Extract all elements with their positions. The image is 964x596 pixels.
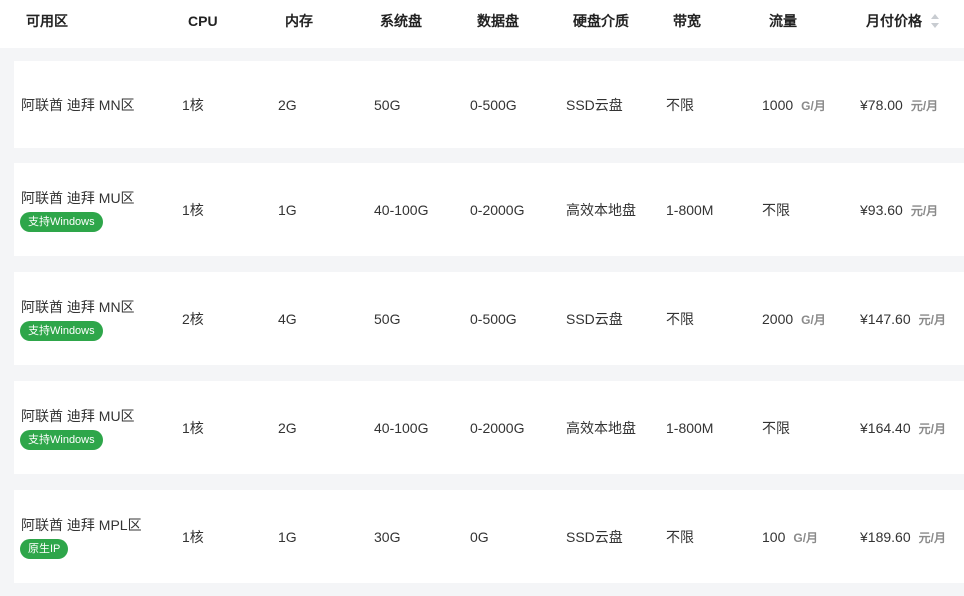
table-row[interactable]: 阿联酋 迪拜 MN区 1核 2G 50G 0-500G SSD云盘 不限 1000 G/月 ¥78… bbox=[14, 61, 964, 148]
feature-badge: 原生IP bbox=[20, 539, 69, 559]
header-zone: 可用区 bbox=[26, 13, 68, 29]
system-disk-value: 50G bbox=[374, 97, 401, 113]
header-monthly-price[interactable]: 月付价格 bbox=[866, 12, 922, 30]
price-value: ¥164.40 元/月 bbox=[860, 419, 946, 438]
price-unit: 元/月 bbox=[918, 313, 946, 327]
cpu-value: 1核 bbox=[182, 420, 204, 436]
traffic-unit: G/月 bbox=[793, 531, 819, 545]
zone-name: 阿联酋 迪拜 MU区 bbox=[21, 408, 135, 424]
cpu-value: 2核 bbox=[182, 311, 204, 327]
traffic-amount: 不限 bbox=[762, 202, 790, 218]
table-row[interactable]: 阿联酋 迪拜 MU区支持Windows 1核 1G 40-100G 0-2000G 高效本… bbox=[14, 163, 964, 256]
system-disk-value: 50G bbox=[374, 311, 401, 327]
feature-badge: 支持Windows bbox=[20, 212, 103, 232]
system-disk-value: 30G bbox=[374, 529, 401, 545]
disk-medium-value: 高效本地盘 bbox=[566, 420, 636, 436]
disk-medium-value: 高效本地盘 bbox=[566, 202, 636, 218]
disk-medium-value: SSD云盘 bbox=[566, 97, 623, 113]
price-value: ¥93.60 元/月 bbox=[860, 201, 938, 220]
table-row[interactable]: 阿联酋 迪拜 MPL区原生IP 1核 1G 30G 0G SSD云盘 不限 100 G/月 ¥18… bbox=[14, 490, 964, 583]
traffic-value: 不限 bbox=[762, 419, 790, 437]
header-data-disk: 数据盘 bbox=[477, 13, 519, 29]
traffic-value: 100 G/月 bbox=[762, 528, 818, 547]
disk-medium-value: SSD云盘 bbox=[566, 311, 623, 327]
traffic-amount: 100 bbox=[762, 529, 786, 545]
bandwidth-value: 不限 bbox=[666, 97, 694, 113]
price-amount: ¥93.60 bbox=[860, 202, 903, 218]
zone-name: 阿联酋 迪拜 MPL区 bbox=[21, 517, 142, 533]
cpu-value: 1核 bbox=[182, 202, 204, 218]
price-value: ¥189.60 元/月 bbox=[860, 528, 946, 547]
feature-badge: 支持Windows bbox=[20, 321, 103, 341]
header-system-disk: 系统盘 bbox=[380, 13, 422, 29]
price-amount: ¥164.40 bbox=[860, 420, 911, 436]
price-unit: 元/月 bbox=[910, 99, 939, 113]
zone-name: 阿联酋 迪拜 MN区 bbox=[21, 299, 135, 315]
sort-icon[interactable] bbox=[929, 12, 941, 30]
system-disk-value: 40-100G bbox=[374, 420, 429, 436]
traffic-value: 2000 G/月 bbox=[762, 310, 826, 329]
header-cpu: CPU bbox=[188, 13, 218, 29]
data-disk-value: 0-500G bbox=[470, 311, 517, 327]
header-bandwidth: 带宽 bbox=[673, 13, 701, 29]
price-value: ¥78.00 元/月 bbox=[860, 96, 938, 115]
header-memory: 内存 bbox=[285, 13, 313, 29]
table-row[interactable]: 阿联酋 迪拜 MN区支持Windows 2核 4G 50G 0-500G SSD云盘 不限 2… bbox=[14, 272, 964, 365]
price-value: ¥147.60 元/月 bbox=[860, 310, 946, 329]
memory-value: 1G bbox=[278, 202, 297, 218]
memory-value: 4G bbox=[278, 311, 297, 327]
price-amount: ¥147.60 bbox=[860, 311, 911, 327]
data-disk-value: 0-500G bbox=[470, 97, 517, 113]
system-disk-value: 40-100G bbox=[374, 202, 429, 218]
traffic-value: 1000 G/月 bbox=[762, 96, 826, 115]
traffic-value: 不限 bbox=[762, 201, 790, 219]
memory-value: 2G bbox=[278, 420, 297, 436]
table-row[interactable]: 阿联酋 迪拜 MU区支持Windows 1核 2G 40-100G 0-2000G 高效本… bbox=[14, 381, 964, 474]
bandwidth-value: 不限 bbox=[666, 529, 694, 545]
price-unit: 元/月 bbox=[910, 204, 939, 218]
disk-medium-value: SSD云盘 bbox=[566, 529, 623, 545]
header-disk-medium: 硬盘介质 bbox=[573, 13, 629, 29]
memory-value: 1G bbox=[278, 529, 297, 545]
price-amount: ¥189.60 bbox=[860, 529, 911, 545]
bandwidth-value: 1-800M bbox=[666, 202, 714, 218]
data-disk-value: 0G bbox=[470, 529, 489, 545]
traffic-amount: 2000 bbox=[762, 311, 794, 327]
price-amount: ¥78.00 bbox=[860, 97, 903, 113]
cpu-value: 1核 bbox=[182, 529, 204, 545]
zone-name: 阿联酋 迪拜 MU区 bbox=[21, 190, 135, 206]
traffic-amount: 1000 bbox=[762, 97, 794, 113]
data-disk-value: 0-2000G bbox=[470, 420, 525, 436]
table-header: 可用区 CPU 内存 系统盘 数据盘 硬盘介质 带宽 流量 月付价格 bbox=[0, 0, 964, 48]
header-traffic: 流量 bbox=[769, 13, 797, 29]
price-unit: 元/月 bbox=[918, 422, 946, 436]
bandwidth-value: 1-800M bbox=[666, 420, 714, 436]
traffic-amount: 不限 bbox=[762, 420, 790, 436]
cpu-value: 1核 bbox=[182, 97, 204, 113]
zone-name: 阿联酋 迪拜 MN区 bbox=[21, 97, 135, 113]
traffic-unit: G/月 bbox=[801, 99, 826, 113]
bandwidth-value: 不限 bbox=[666, 311, 694, 327]
memory-value: 2G bbox=[278, 97, 297, 113]
price-unit: 元/月 bbox=[918, 531, 946, 545]
traffic-unit: G/月 bbox=[801, 313, 826, 327]
feature-badge: 支持Windows bbox=[20, 430, 103, 450]
data-disk-value: 0-2000G bbox=[470, 202, 525, 218]
